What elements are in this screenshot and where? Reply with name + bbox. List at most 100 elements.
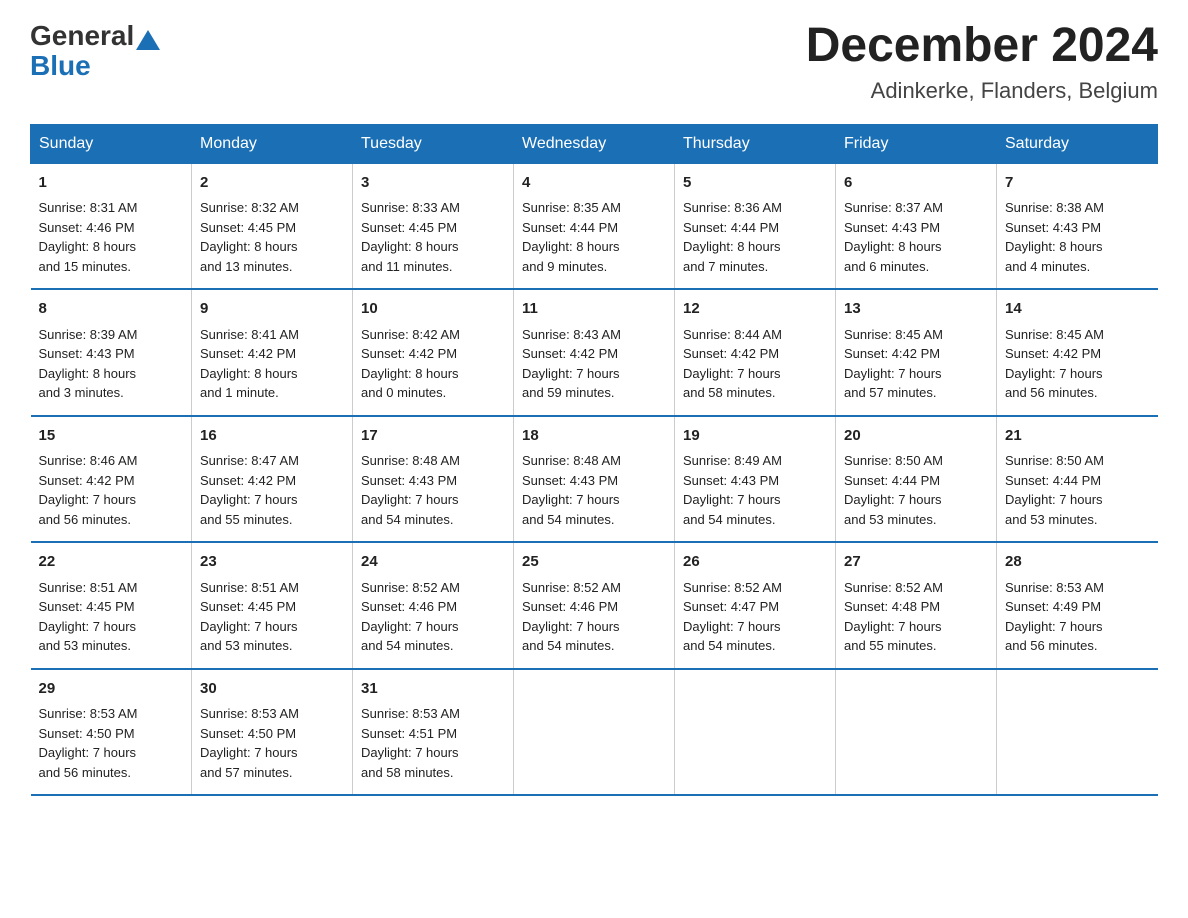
day-number: 18 — [522, 425, 666, 448]
day-number: 11 — [522, 298, 666, 321]
calendar-cell: 5 Sunrise: 8:36 AM Sunset: 4:44 PM Daylig… — [675, 163, 836, 289]
column-header-saturday: Saturday — [997, 124, 1158, 163]
calendar-cell: 18 Sunrise: 8:48 AM Sunset: 4:43 PM Dayli… — [514, 416, 675, 543]
day-info: Sunrise: 8:38 AM Sunset: 4:43 PM Dayligh… — [1005, 198, 1150, 276]
logo-general-text: General — [30, 20, 134, 52]
calendar-cell: 25Sunrise: 8:52 AM Sunset: 4:46 PM Dayli… — [514, 542, 675, 669]
calendar-week-row: 8Sunrise: 8:39 AM Sunset: 4:43 PM Daylig… — [31, 289, 1158, 416]
calendar-cell: 19Sunrise: 8:49 AM Sunset: 4:43 PM Dayli… — [675, 416, 836, 543]
day-info: Sunrise: 8:37 AM Sunset: 4:43 PM Dayligh… — [844, 198, 988, 276]
day-number: 17 — [361, 425, 505, 448]
calendar-cell: 27 Sunrise: 8:52 AM Sunset: 4:48 PM Dayli… — [836, 542, 997, 669]
day-number: 31 — [361, 678, 505, 701]
day-info: Sunrise: 8:42 AM Sunset: 4:42 PM Dayligh… — [361, 325, 505, 403]
day-info: Sunrise: 8:41 AM Sunset: 4:42 PM Dayligh… — [200, 325, 344, 403]
calendar-cell: 9 Sunrise: 8:41 AM Sunset: 4:42 PM Daylig… — [192, 289, 353, 416]
day-number: 3 — [361, 172, 505, 195]
day-number: 7 — [1005, 172, 1150, 195]
calendar-week-row: 15 Sunrise: 8:46 AM Sunset: 4:42 PM Dayli… — [31, 416, 1158, 543]
day-number: 26 — [683, 551, 827, 574]
day-info: Sunrise: 8:53 AM Sunset: 4:51 PM Dayligh… — [361, 704, 505, 782]
day-info: Sunrise: 8:51 AM Sunset: 4:45 PM Dayligh… — [39, 578, 184, 656]
day-info: Sunrise: 8:48 AM Sunset: 4:43 PM Dayligh… — [522, 451, 666, 529]
calendar-cell: 6 Sunrise: 8:37 AM Sunset: 4:43 PM Daylig… — [836, 163, 997, 289]
month-title: December 2024 — [806, 20, 1158, 73]
day-number: 6 — [844, 172, 988, 195]
calendar-cell: 1Sunrise: 8:31 AM Sunset: 4:46 PM Daylig… — [31, 163, 192, 289]
day-info: Sunrise: 8:49 AM Sunset: 4:43 PM Dayligh… — [683, 451, 827, 529]
day-info: Sunrise: 8:32 AM Sunset: 4:45 PM Dayligh… — [200, 198, 344, 276]
day-info: Sunrise: 8:47 AM Sunset: 4:42 PM Dayligh… — [200, 451, 344, 529]
day-number: 23 — [200, 551, 344, 574]
day-info: Sunrise: 8:45 AM Sunset: 4:42 PM Dayligh… — [844, 325, 988, 403]
calendar-table: SundayMondayTuesdayWednesdayThursdayFrid… — [30, 124, 1158, 797]
day-info: Sunrise: 8:52 AM Sunset: 4:46 PM Dayligh… — [522, 578, 666, 656]
calendar-cell: 4 Sunrise: 8:35 AM Sunset: 4:44 PM Daylig… — [514, 163, 675, 289]
calendar-cell: 22 Sunrise: 8:51 AM Sunset: 4:45 PM Dayli… — [31, 542, 192, 669]
calendar-cell: 12Sunrise: 8:44 AM Sunset: 4:42 PM Dayli… — [675, 289, 836, 416]
calendar-week-row: 29 Sunrise: 8:53 AM Sunset: 4:50 PM Dayli… — [31, 669, 1158, 796]
day-number: 22 — [39, 551, 184, 574]
day-number: 29 — [39, 678, 184, 701]
day-number: 5 — [683, 172, 827, 195]
day-info: Sunrise: 8:50 AM Sunset: 4:44 PM Dayligh… — [844, 451, 988, 529]
calendar-cell: 24 Sunrise: 8:52 AM Sunset: 4:46 PM Dayli… — [353, 542, 514, 669]
day-info: Sunrise: 8:43 AM Sunset: 4:42 PM Dayligh… — [522, 325, 666, 403]
day-info: Sunrise: 8:36 AM Sunset: 4:44 PM Dayligh… — [683, 198, 827, 276]
day-info: Sunrise: 8:52 AM Sunset: 4:48 PM Dayligh… — [844, 578, 988, 656]
logo-triangle-icon — [136, 30, 160, 50]
calendar-cell: 20 Sunrise: 8:50 AM Sunset: 4:44 PM Dayli… — [836, 416, 997, 543]
calendar-cell: 2Sunrise: 8:32 AM Sunset: 4:45 PM Daylig… — [192, 163, 353, 289]
day-info: Sunrise: 8:50 AM Sunset: 4:44 PM Dayligh… — [1005, 451, 1150, 529]
day-number: 20 — [844, 425, 988, 448]
calendar-cell: 17 Sunrise: 8:48 AM Sunset: 4:43 PM Dayli… — [353, 416, 514, 543]
day-number: 15 — [39, 425, 184, 448]
calendar-cell: 3Sunrise: 8:33 AM Sunset: 4:45 PM Daylig… — [353, 163, 514, 289]
calendar-header-row: SundayMondayTuesdayWednesdayThursdayFrid… — [31, 124, 1158, 163]
day-number: 13 — [844, 298, 988, 321]
column-header-tuesday: Tuesday — [353, 124, 514, 163]
day-info: Sunrise: 8:45 AM Sunset: 4:42 PM Dayligh… — [1005, 325, 1150, 403]
day-info: Sunrise: 8:46 AM Sunset: 4:42 PM Dayligh… — [39, 451, 184, 529]
calendar-cell — [675, 669, 836, 796]
day-number: 16 — [200, 425, 344, 448]
day-number: 30 — [200, 678, 344, 701]
column-header-monday: Monday — [192, 124, 353, 163]
calendar-cell: 7 Sunrise: 8:38 AM Sunset: 4:43 PM Daylig… — [997, 163, 1158, 289]
day-info: Sunrise: 8:53 AM Sunset: 4:50 PM Dayligh… — [200, 704, 344, 782]
column-header-wednesday: Wednesday — [514, 124, 675, 163]
day-number: 4 — [522, 172, 666, 195]
day-info: Sunrise: 8:35 AM Sunset: 4:44 PM Dayligh… — [522, 198, 666, 276]
calendar-cell: 15 Sunrise: 8:46 AM Sunset: 4:42 PM Dayli… — [31, 416, 192, 543]
calendar-week-row: 22 Sunrise: 8:51 AM Sunset: 4:45 PM Dayli… — [31, 542, 1158, 669]
calendar-cell: 28Sunrise: 8:53 AM Sunset: 4:49 PM Dayli… — [997, 542, 1158, 669]
day-number: 10 — [361, 298, 505, 321]
day-number: 9 — [200, 298, 344, 321]
column-header-thursday: Thursday — [675, 124, 836, 163]
calendar-cell: 29 Sunrise: 8:53 AM Sunset: 4:50 PM Dayli… — [31, 669, 192, 796]
calendar-cell: 23Sunrise: 8:51 AM Sunset: 4:45 PM Dayli… — [192, 542, 353, 669]
day-info: Sunrise: 8:53 AM Sunset: 4:50 PM Dayligh… — [39, 704, 184, 782]
calendar-cell: 26 Sunrise: 8:52 AM Sunset: 4:47 PM Dayli… — [675, 542, 836, 669]
day-info: Sunrise: 8:52 AM Sunset: 4:47 PM Dayligh… — [683, 578, 827, 656]
logo-blue-text: Blue — [30, 50, 91, 82]
day-info: Sunrise: 8:48 AM Sunset: 4:43 PM Dayligh… — [361, 451, 505, 529]
calendar-cell: 13 Sunrise: 8:45 AM Sunset: 4:42 PM Dayli… — [836, 289, 997, 416]
calendar-cell: 31 Sunrise: 8:53 AM Sunset: 4:51 PM Dayli… — [353, 669, 514, 796]
calendar-cell — [836, 669, 997, 796]
column-header-sunday: Sunday — [31, 124, 192, 163]
day-info: Sunrise: 8:52 AM Sunset: 4:46 PM Dayligh… — [361, 578, 505, 656]
day-number: 12 — [683, 298, 827, 321]
calendar-cell: 21 Sunrise: 8:50 AM Sunset: 4:44 PM Dayli… — [997, 416, 1158, 543]
calendar-cell: 10 Sunrise: 8:42 AM Sunset: 4:42 PM Dayli… — [353, 289, 514, 416]
logo: General Blue — [30, 20, 160, 82]
day-number: 24 — [361, 551, 505, 574]
day-number: 27 — [844, 551, 988, 574]
page-header: General Blue December 2024 Adinkerke, Fl… — [30, 20, 1158, 104]
calendar-week-row: 1Sunrise: 8:31 AM Sunset: 4:46 PM Daylig… — [31, 163, 1158, 289]
title-block: December 2024 Adinkerke, Flanders, Belgi… — [806, 20, 1158, 104]
day-info: Sunrise: 8:39 AM Sunset: 4:43 PM Dayligh… — [39, 325, 184, 403]
calendar-cell — [514, 669, 675, 796]
day-number: 14 — [1005, 298, 1150, 321]
day-number: 21 — [1005, 425, 1150, 448]
